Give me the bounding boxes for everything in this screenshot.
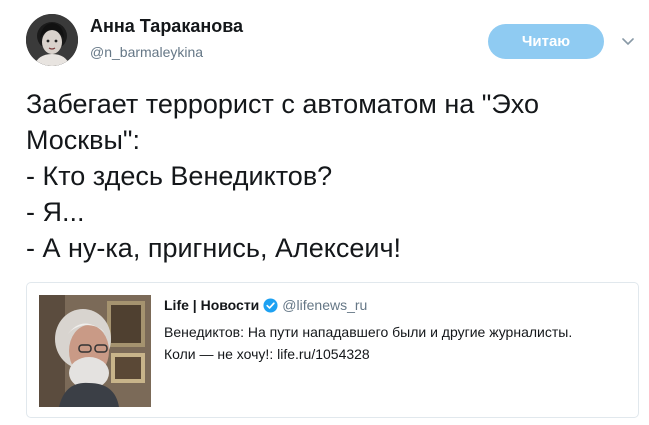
avatar[interactable] xyxy=(26,14,78,66)
tweet-line: - Я... xyxy=(26,197,85,227)
quoted-tweet-header: Life | Новости @lifenews_ru xyxy=(164,297,367,313)
quoted-tweet-line: Венедиктов: На пути нападавшего были и д… xyxy=(164,324,573,340)
tweet-line: - Кто здесь Венедиктов? xyxy=(26,161,333,191)
chevron-down-icon[interactable] xyxy=(622,37,634,47)
author-name[interactable]: Анна Тараканова xyxy=(90,16,243,37)
verified-badge-icon xyxy=(263,297,278,313)
tweet-line: - А ну-ка, пригнись, Алексеич! xyxy=(26,233,402,263)
quoted-author-handle[interactable]: @lifenews_ru xyxy=(282,297,367,313)
avatar-image xyxy=(26,14,78,66)
quoted-tweet-text: Венедиктов: На пути нападавшего были и д… xyxy=(164,321,624,365)
tweet-line: Забегает террорист с автоматом на "Эхо xyxy=(26,89,539,119)
tweet-text: Забегает террорист с автоматом на "Эхо М… xyxy=(26,86,626,266)
quoted-tweet-line: Коли — не хочу!: life.ru/1054328 xyxy=(164,346,370,362)
quoted-author-name[interactable]: Life | Новости xyxy=(164,297,259,313)
follow-button-label: Читаю xyxy=(521,33,571,50)
quoted-tweet-card[interactable]: Life | Новости @lifenews_ru Венедиктов: … xyxy=(26,282,639,418)
quoted-tweet-image xyxy=(39,295,151,407)
author-handle[interactable]: @n_barmaleykina xyxy=(90,44,203,60)
follow-button[interactable]: Читаю xyxy=(488,24,604,59)
tweet-line: Москвы": xyxy=(26,125,140,155)
